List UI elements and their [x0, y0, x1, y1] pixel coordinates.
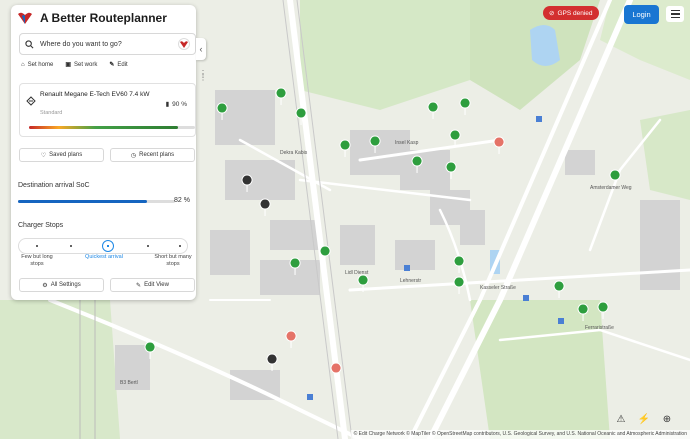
gps-status-label: GPS denied — [557, 9, 593, 17]
brand: A Better Routeplanner — [17, 11, 167, 25]
menu-button[interactable] — [666, 6, 684, 22]
arrival-soc-value: 82 % — [174, 197, 190, 204]
stop-option-selected[interactable] — [102, 240, 114, 252]
search-icon — [25, 39, 34, 48]
gps-off-icon: ⊘ — [549, 10, 555, 17]
quickest-arrival-label: Quickest arrival — [85, 254, 123, 260]
gps-status-badge[interactable]: ⊘ GPS denied — [543, 6, 599, 20]
set-home-button[interactable]: ⌂ Set home — [21, 61, 53, 68]
app-title: A Better Routeplanner — [40, 11, 167, 25]
heart-icon: ♡ — [40, 152, 47, 159]
battery-icon: ▮ — [165, 101, 170, 108]
edit-icon: ✎ — [109, 62, 115, 68]
start-soc-value: 90 % — [172, 100, 187, 108]
charger-icon[interactable]: ⚡ — [634, 409, 654, 429]
stop-option-4[interactable] — [147, 245, 149, 247]
soc-bar[interactable] — [29, 126, 179, 129]
recent-plans-label: Recent plans — [139, 152, 175, 158]
destination-search[interactable]: Where do you want to go? — [19, 33, 196, 55]
saved-plans-label: Saved plans — [49, 152, 83, 158]
collapse-panel-button[interactable]: ‹ — [196, 38, 206, 60]
saved-plans-button[interactable]: ♡ Saved plans — [19, 148, 104, 162]
all-settings-button[interactable]: ⚙ All Settings — [19, 278, 104, 292]
search-input[interactable]: Where do you want to go? — [40, 41, 172, 48]
vehicle-variant: Standard — [40, 110, 63, 116]
edit-label: Edit — [117, 61, 128, 68]
edit-view-label: Edit View — [144, 282, 169, 288]
route-panel: A Better Routeplanner Where do you want … — [11, 5, 196, 300]
abrp-logo-icon — [18, 12, 32, 24]
charger-stops-label: Charger Stops — [18, 222, 64, 229]
car-icon — [26, 96, 36, 106]
edit-view-button[interactable]: ✎ Edit View — [110, 278, 195, 292]
few-long-stops-label: Few but long stops — [21, 254, 53, 267]
arrival-soc-label: Destination arrival SoC — [18, 182, 90, 189]
vehicle-name: Renault Megane E-Tech EV60 7.4 kW — [40, 91, 150, 98]
all-settings-label: All Settings — [50, 282, 81, 288]
stop-option-5[interactable] — [179, 245, 181, 247]
edit-button[interactable]: ✎ Edit — [109, 61, 128, 69]
start-soc[interactable]: ▮ 90 % — [165, 100, 187, 109]
footer-row: ⚙ All Settings ✎ Edit View — [19, 278, 195, 292]
hamburger-icon — [670, 9, 680, 12]
map-attribution: © Edit Charge Network © MapTiler © OpenS… — [350, 430, 690, 439]
set-work-button[interactable]: ▣ Set work — [65, 61, 98, 69]
chevron-left-icon: ‹ — [199, 44, 203, 54]
vehicle-card[interactable]: Renault Megane E-Tech EV60 7.4 kW Standa… — [19, 83, 196, 137]
login-button[interactable]: Login — [624, 5, 659, 24]
quick-actions: ⌂ Set home ▣ Set work ✎ Edit — [21, 61, 128, 69]
recent-plans-button[interactable]: ◷ Recent plans — [110, 148, 195, 162]
arrival-soc-slider[interactable] — [18, 200, 175, 203]
locate-icon[interactable]: ⊕ — [657, 409, 677, 429]
abrp-avatar-icon[interactable] — [178, 38, 190, 50]
set-home-label: Set home — [27, 61, 54, 68]
stop-option-1[interactable] — [36, 245, 38, 247]
history-icon: ◷ — [130, 152, 137, 159]
home-icon: ⌂ — [21, 61, 25, 68]
set-work-label: Set work — [73, 61, 98, 68]
plans-row: ♡ Saved plans ◷ Recent plans — [19, 148, 195, 162]
pencil-icon: ✎ — [136, 282, 142, 289]
stop-option-2[interactable] — [70, 245, 72, 247]
arrival-soc-fill — [18, 200, 147, 203]
charger-stops-slider[interactable] — [18, 238, 188, 254]
gear-icon: ⚙ — [42, 282, 48, 289]
drag-handle-icon[interactable]: ⋮ ⋮ — [199, 70, 207, 82]
briefcase-icon: ▣ — [65, 62, 71, 68]
short-many-stops-label: Short but many stops — [154, 254, 192, 267]
warning-icon[interactable]: ⚠ — [611, 409, 631, 429]
